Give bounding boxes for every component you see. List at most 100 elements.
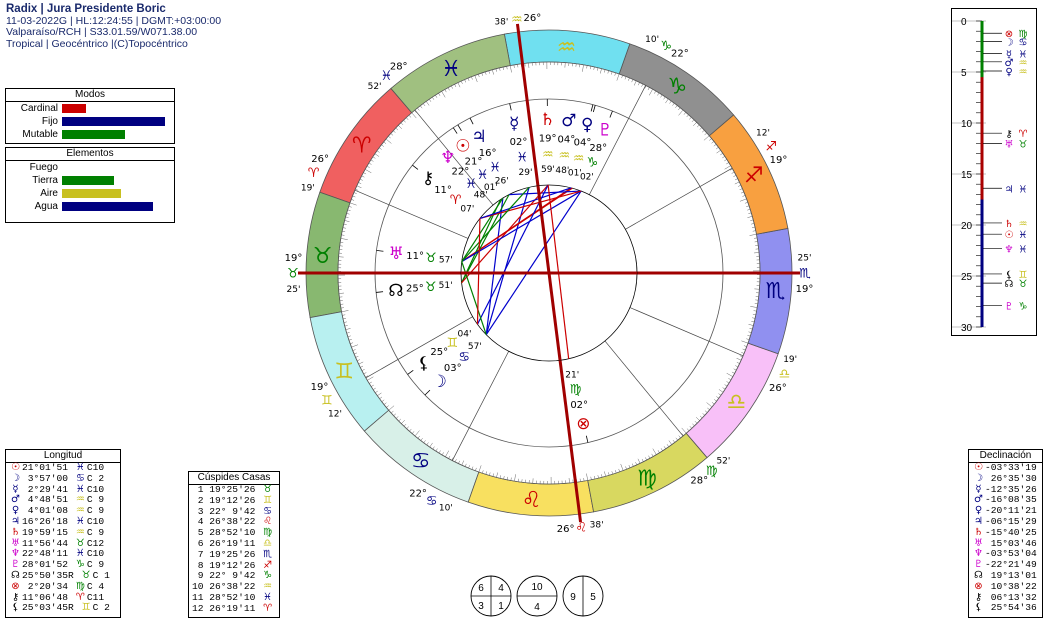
planet-glyph-icon: ♇ — [598, 121, 613, 141]
astro-wheel: ♈♉♊♋♌♍♎♏♐♑♒♓19°♉25'19°♊12'22°♋ 10'26° ♌ 38'… — [285, 13, 814, 536]
decl-sign-icon: ♓ — [1019, 230, 1028, 241]
cusp-minute-label: 25' — [798, 254, 812, 264]
planet-minute-label: 59' — [541, 165, 555, 175]
decl-planet-icon: ☊ — [1005, 279, 1014, 290]
planet-glyph-icon: ⊗ — [974, 580, 983, 592]
cusp-sign-icon: ♈ — [308, 166, 320, 181]
elementos-label: Tierra — [32, 175, 58, 186]
declination-value: 25°54'36 — [985, 602, 1037, 614]
planet-sign-icon: ♉ — [425, 280, 437, 295]
zodiac-sign-icon: ♌ — [522, 488, 542, 513]
cusp-degree-label: 19° — [796, 284, 814, 295]
decl-planet-icon: ♆ — [1005, 244, 1014, 255]
planet-sign-icon: ♓ — [489, 161, 501, 176]
house-value: C 2 — [86, 472, 105, 484]
house-value: C11 — [86, 591, 105, 603]
planet-glyph-icon: ⚸ — [974, 602, 983, 614]
planet-glyph-icon: ☽ — [11, 472, 20, 484]
decl-planet-icon: ☉ — [1005, 230, 1014, 241]
declination-value: -20°11'21 — [985, 505, 1037, 517]
longitud-value: 2°20'34 — [22, 580, 69, 592]
decl-tick-label: 30 — [961, 323, 973, 334]
modos-panel: Modos Cardinal Fijo Mutable — [5, 88, 175, 144]
cusp-degree-label: 19° — [285, 253, 303, 264]
decl-tick-label: 20 — [961, 221, 973, 232]
planet-degree-label: 16° — [479, 148, 497, 159]
cusp-degree-label: 22° — [671, 49, 689, 60]
decl-planet-icon: ♀ — [1005, 67, 1012, 78]
modos-label: Fijo — [41, 116, 58, 127]
zodiac-sign-icon: ♐ — [744, 164, 764, 189]
decl-tick-label: 25 — [961, 272, 973, 283]
planet-glyph-icon: ♄ — [974, 526, 983, 538]
decl-planet-icon: ♄ — [1005, 219, 1014, 230]
sign-glyph-icon: ♋ — [75, 472, 85, 484]
cusp-minute-label: 25' — [287, 285, 301, 295]
declination-value: 10°38'22 — [985, 580, 1037, 592]
planet-glyph-icon: ⚸ — [11, 602, 20, 614]
planet-sign-icon: ♉ — [425, 251, 437, 266]
declination-value: -22°21'49 — [985, 559, 1037, 571]
planet-glyph-icon: ♂ — [561, 111, 576, 131]
planet-glyph-icon: ♆ — [440, 148, 455, 168]
sign-glyph-icon: ♍ — [75, 580, 85, 592]
planet-sign-icon: ♓ — [477, 168, 489, 183]
cusp-minute-label: 38' — [590, 521, 604, 531]
planet-sign-icon: ♒ — [573, 151, 585, 166]
cusp-degree: 28°52'10 — [209, 527, 256, 539]
chart-header: Radix | Jura Presidente Boric 11-03-2022… — [6, 3, 221, 50]
house-value: C 2 — [92, 602, 110, 614]
elementos-row: Aire — [6, 187, 174, 200]
cusp-degree: 19°12'26 — [209, 494, 256, 506]
longitud-value: 25°03'45R — [22, 602, 74, 614]
zodiac-sign-icon: ♋ — [411, 449, 431, 474]
cusp-degree-label: 26° — [311, 154, 329, 165]
zodiac-sign-icon: ♈ — [352, 133, 372, 158]
planet-minute-label: 29' — [519, 168, 533, 178]
zodiac-sign-icon: ♍ — [637, 466, 657, 491]
planet-degree-label: 04° — [557, 135, 575, 146]
elementos-bar — [62, 202, 153, 211]
cusp-sign-icon: ♋ — [426, 494, 438, 509]
planet-sign-icon: ♑ — [587, 156, 599, 171]
sign-glyph-icon: ♏ — [263, 548, 273, 560]
modos-bar — [62, 104, 86, 113]
planet-glyph-icon: ☉ — [455, 136, 470, 156]
elementos-bar — [62, 189, 122, 198]
planet-glyph-icon: ♄ — [540, 110, 555, 130]
declination-value: -15°40'25 — [985, 526, 1037, 538]
planet-sign-icon: ♒ — [542, 148, 554, 163]
modos-row: Fijo — [6, 115, 174, 128]
house-dial-number: 1 — [498, 601, 504, 612]
longitud-value: 3°57'00 — [22, 472, 69, 484]
declinacion-table: Declinación ☉ -03°33'19 ☽ 26°35'30 ☿ -12°35'… — [968, 449, 1043, 618]
house-value: C 9 — [86, 559, 105, 571]
decl-sign-icon: ♒ — [1019, 67, 1028, 78]
planet-minute-label: 48' — [474, 191, 488, 201]
cusp-degree: 22° 9'42 — [209, 505, 256, 517]
planet-glyph-icon: ♄ — [11, 526, 20, 538]
declination-value: -03°53'04 — [985, 548, 1037, 560]
house-value: C 9 — [86, 494, 105, 506]
house-value: C 4 — [86, 580, 105, 592]
cusp-sign-icon: ♐ — [765, 139, 777, 154]
zodiac-sign-icon: ♎ — [726, 390, 746, 415]
planet-sign-icon: ♋ — [458, 350, 470, 365]
planet-glyph-icon: ⚸ — [418, 354, 430, 374]
cusp-sign-icon: ♑ — [660, 39, 672, 54]
elementos-label: Aire — [40, 188, 58, 199]
declination-scale-panel: 0 5 10 15 20 25 30 ⊗ ♍ ☽ ♋ ☿ ♓ ♂ ♒ ♀ ♒ ⚷ ♈ ♅ ♉ ♃ ♓ ♄ ♒ ☉ ♓ ♆ ♓ ⚸ ♊ ☊ ♉ ♇ ♑ — [951, 8, 1037, 336]
planet-glyph-icon: ♀ — [581, 115, 593, 135]
planet-minute-label: 57' — [439, 256, 453, 266]
cusp-minute-label: 12' — [328, 410, 342, 420]
planet-minute-label: 51' — [439, 281, 453, 291]
longitud-value: 16°26'18 — [22, 515, 69, 527]
cusp-degree: 26°19'11 — [209, 537, 256, 549]
planet-glyph-icon: ☊ — [388, 281, 403, 301]
planet-minute-label: 26' — [495, 177, 509, 187]
declination-value: 26°35'30 — [985, 472, 1037, 484]
house-dial-number: 4 — [534, 602, 540, 613]
house-dial-number: 6 — [478, 583, 484, 594]
chart-system: Tropical | Geocéntrico |(C)Topocéntrico — [6, 37, 188, 50]
decl-sign-icon: ♑ — [1019, 302, 1028, 313]
